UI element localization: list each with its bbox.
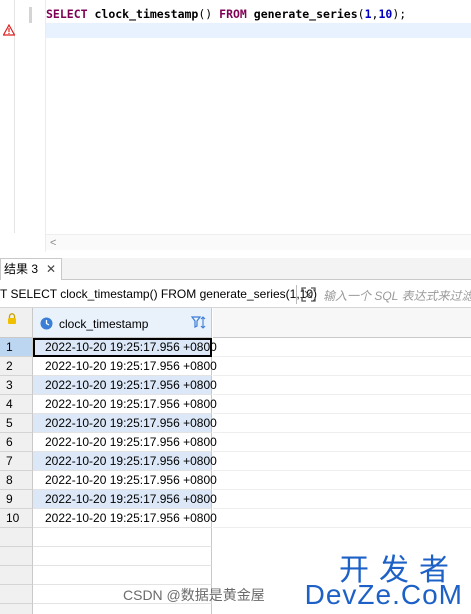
scroll-left-icon[interactable]: < bbox=[50, 235, 56, 251]
empty-cell bbox=[33, 528, 212, 547]
lock-icon bbox=[8, 313, 16, 324]
editor-horizontal-scrollbar[interactable]: < bbox=[46, 234, 471, 250]
clock-icon bbox=[40, 317, 53, 330]
empty-row-number bbox=[0, 566, 33, 585]
tab-label: 结果 3 bbox=[4, 262, 39, 276]
current-line-highlight bbox=[46, 23, 471, 38]
table-cell[interactable]: 2022-10-20 19:25:17.956 +0800 bbox=[33, 509, 217, 528]
query-filter-bar: T SELECT clock_timestamp() FROM generate… bbox=[0, 281, 471, 308]
executed-query-text: T SELECT clock_timestamp() FROM generate… bbox=[0, 287, 317, 301]
sql-function-generate-series: generate_series bbox=[253, 7, 358, 21]
empty-cell bbox=[33, 566, 212, 585]
sql-close: ); bbox=[392, 7, 407, 21]
result-tab-bar: 结果 3 ✕ bbox=[0, 258, 471, 280]
filter-expression-input[interactable]: 输入一个 SQL 表达式来过滤 bbox=[323, 287, 471, 304]
row-number[interactable]: 2 bbox=[0, 357, 33, 376]
table-cell[interactable]: 2022-10-20 19:25:17.956 +0800 bbox=[33, 395, 217, 414]
site-watermark: 开发者 DevZe.CoM bbox=[298, 545, 463, 611]
column-label: clock_timestamp bbox=[59, 317, 149, 331]
sql-parens: () bbox=[198, 7, 213, 21]
row-line bbox=[213, 452, 471, 471]
watermark-en-text: DevZe.CoM bbox=[304, 579, 463, 610]
empty-row-number bbox=[0, 604, 33, 614]
sql-open-paren: ( bbox=[357, 7, 365, 21]
sql-function-clock-timestamp: clock_timestamp bbox=[94, 7, 199, 21]
table-cell[interactable]: 2022-10-20 19:25:17.956 +0800 bbox=[33, 338, 217, 357]
divider bbox=[296, 285, 297, 304]
row-line bbox=[213, 338, 471, 357]
row-number-column: 1 2 3 4 5 6 7 8 9 10 bbox=[0, 338, 33, 614]
row-line bbox=[213, 509, 471, 528]
table-cell[interactable]: 2022-10-20 19:25:17.956 +0800 bbox=[33, 414, 217, 433]
expand-icon[interactable] bbox=[300, 286, 317, 303]
row-number[interactable]: 7 bbox=[0, 452, 33, 471]
row-number[interactable]: 5 bbox=[0, 414, 33, 433]
row-line bbox=[213, 471, 471, 490]
sql-statement[interactable]: SELECT clock_timestamp() FROM generate_s… bbox=[46, 5, 406, 23]
row-line bbox=[213, 395, 471, 414]
csdn-watermark: CSDN @数据是黄金屋 bbox=[123, 587, 265, 603]
table-cell[interactable]: 2022-10-20 19:25:17.956 +0800 bbox=[33, 452, 217, 471]
row-number[interactable]: 6 bbox=[0, 433, 33, 452]
table-cell[interactable]: 2022-10-20 19:25:17.956 +0800 bbox=[33, 357, 217, 376]
active-line-marker bbox=[29, 7, 32, 23]
empty-header-area bbox=[213, 308, 471, 338]
warning-icon[interactable] bbox=[3, 24, 15, 36]
empty-row-number bbox=[0, 547, 33, 566]
row-number[interactable]: 9 bbox=[0, 490, 33, 509]
sql-arg-start: 1 bbox=[364, 7, 372, 21]
table-cell[interactable]: 2022-10-20 19:25:17.956 +0800 bbox=[33, 471, 217, 490]
empty-row-number bbox=[0, 585, 33, 604]
row-line bbox=[213, 490, 471, 509]
grid-corner[interactable] bbox=[0, 308, 33, 338]
sql-editor[interactable]: SELECT clock_timestamp() FROM generate_s… bbox=[0, 0, 471, 252]
empty-row-number bbox=[0, 528, 33, 547]
table-cell[interactable]: 2022-10-20 19:25:17.956 +0800 bbox=[33, 433, 217, 452]
empty-cell bbox=[33, 604, 212, 614]
row-line bbox=[213, 414, 471, 433]
row-line bbox=[213, 433, 471, 452]
filter-sort-icon[interactable] bbox=[191, 315, 207, 331]
row-number[interactable]: 3 bbox=[0, 376, 33, 395]
tab-result-3[interactable]: 结果 3 ✕ bbox=[0, 258, 62, 280]
table-cell[interactable]: 2022-10-20 19:25:17.956 +0800 bbox=[33, 376, 217, 395]
close-icon[interactable]: ✕ bbox=[46, 259, 56, 280]
row-line bbox=[213, 376, 471, 395]
grid-empty-area bbox=[213, 338, 471, 528]
row-line bbox=[213, 357, 471, 376]
row-number[interactable]: 1 bbox=[0, 338, 33, 357]
table-cell[interactable]: 2022-10-20 19:25:17.956 +0800 bbox=[33, 490, 217, 509]
sql-keyword-select: SELECT bbox=[46, 7, 88, 21]
empty-cell bbox=[33, 547, 212, 566]
sql-arg-end: 10 bbox=[378, 7, 393, 21]
column-header-clock-timestamp[interactable]: clock_timestamp bbox=[33, 308, 212, 338]
row-number[interactable]: 10 bbox=[0, 509, 33, 528]
clock-timestamp-column: 2022-10-20 19:25:17.956 +0800 2022-10-20… bbox=[33, 338, 217, 614]
row-number[interactable]: 8 bbox=[0, 471, 33, 490]
row-number[interactable]: 4 bbox=[0, 395, 33, 414]
sql-keyword-from: FROM bbox=[219, 7, 247, 21]
